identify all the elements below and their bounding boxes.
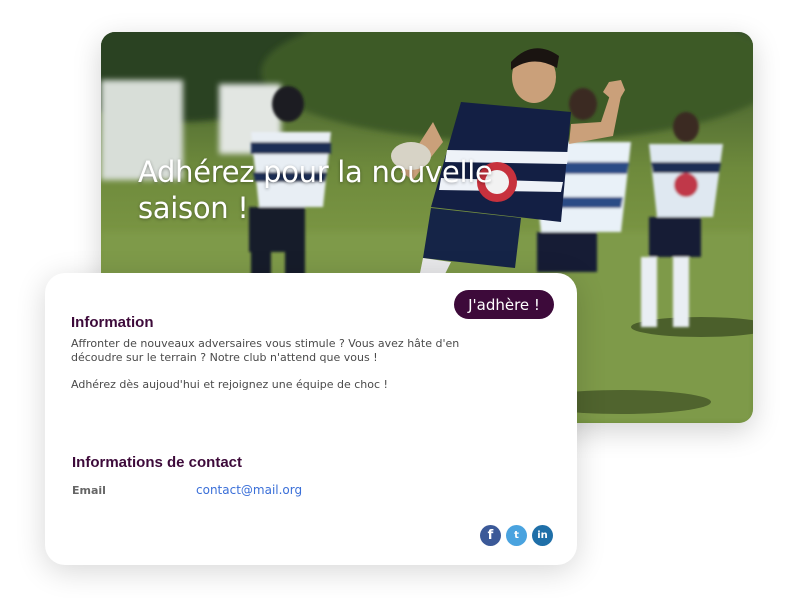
linkedin-icon[interactable]: in [532,525,553,546]
email-label: Email [72,484,106,497]
facebook-icon[interactable]: f [480,525,501,546]
twitter-icon[interactable]: t [506,525,527,546]
email-link[interactable]: contact@mail.org [196,483,302,497]
join-button[interactable]: J'adhère ! [454,290,554,319]
information-heading: Information [71,314,154,331]
contact-heading: Informations de contact [72,454,243,471]
information-paragraph-cta: Adhérez dès aujoud'hui et rejoignez une … [71,378,388,391]
hero-title: Adhérez pour la nouvelle saison ! [138,155,493,225]
info-card: J'adhère ! Information Affronter de nouv… [45,273,577,565]
information-paragraph: Affronter de nouveaux adversaires vous s… [71,337,460,364]
